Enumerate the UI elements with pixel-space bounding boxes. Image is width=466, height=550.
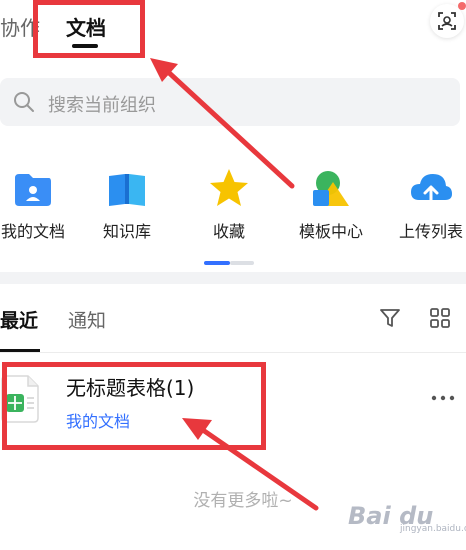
annotation-box-document (2, 362, 266, 450)
list-header-border (0, 352, 466, 353)
quick-item-label: 我的文档 (0, 222, 65, 241)
search-icon (14, 92, 34, 112)
carousel-indicator (204, 261, 254, 265)
indicator-inactive (230, 261, 254, 265)
quick-item-favorites[interactable]: 收藏 (184, 166, 274, 246)
tab-recent[interactable]: 最近 (0, 306, 38, 333)
star-icon (210, 169, 248, 206)
book-icon (109, 174, 145, 206)
quick-item-label: 知识库 (102, 222, 151, 241)
tab-notifications[interactable]: 通知 (68, 306, 106, 333)
shapes-icon (313, 171, 349, 206)
watermark-subtext: jingyan.baidu.com (400, 524, 466, 534)
quick-item-knowledge-base[interactable]: 知识库 (82, 166, 172, 246)
filter-icon[interactable] (378, 306, 402, 330)
folder-user-icon (15, 174, 51, 206)
search-input[interactable]: 搜索当前组织 (0, 78, 460, 126)
quick-item-upload-list[interactable]: 上传列表 (386, 166, 466, 246)
grid-view-icon[interactable] (428, 306, 452, 330)
indicator-active (204, 261, 230, 265)
quick-access-row: 我的文档 知识库 收藏 模板中心 上传列表 (0, 166, 466, 246)
watermark-logo: Bai du jingyan.baidu.com (340, 498, 466, 538)
quick-item-my-docs[interactable]: 我的文档 (0, 166, 78, 246)
quick-item-templates[interactable]: 模板中心 (286, 166, 376, 246)
annotation-box-docs-tab (33, 0, 145, 58)
more-options-icon[interactable] (428, 388, 458, 408)
quick-item-label: 收藏 (212, 222, 245, 241)
notification-dot (458, 2, 466, 10)
section-divider (0, 272, 466, 284)
quick-item-label: 模板中心 (298, 222, 363, 241)
search-placeholder: 搜索当前组织 (48, 95, 156, 116)
cloud-upload-icon (411, 174, 452, 204)
quick-item-label: 上传列表 (398, 222, 463, 241)
